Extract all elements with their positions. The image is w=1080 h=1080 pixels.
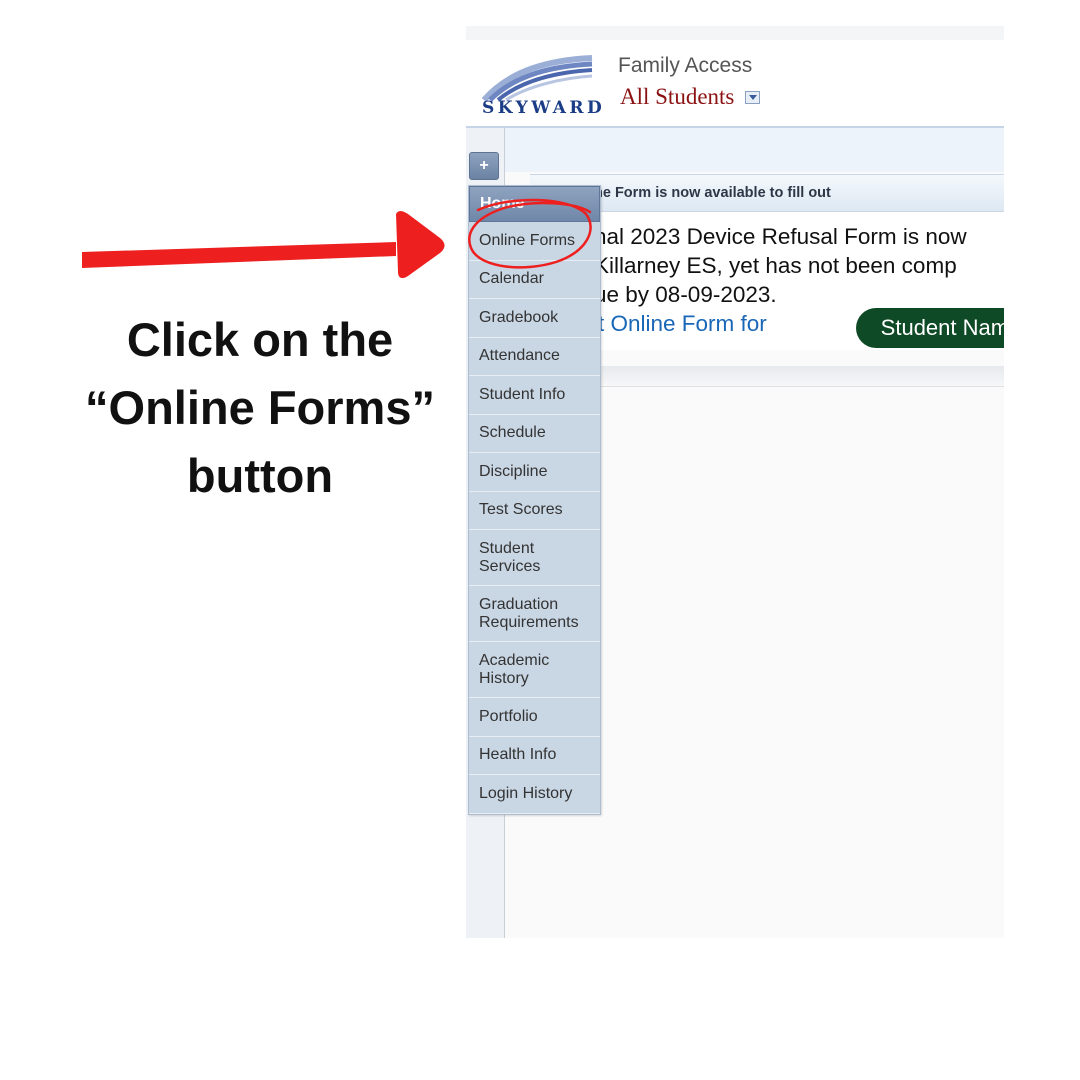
nav-item-login-history[interactable]: Login History xyxy=(469,775,600,814)
red-circle-icon xyxy=(468,198,592,269)
skyward-logo: SKYWARD xyxy=(480,52,604,124)
instruction-line-2: “Online Forms” xyxy=(85,381,435,434)
nav-item-student-services[interactable]: Student Services xyxy=(469,530,600,586)
instruction-text: Click on the “Online Forms” button xyxy=(60,306,460,510)
message-header-text: ne Form is now available to fill out xyxy=(594,185,831,201)
skyward-screenshot: SKYWARD Family Access All Students ne Fo… xyxy=(466,26,1004,938)
student-name-badge: Student Name xyxy=(856,308,1004,348)
nav-item-discipline[interactable]: Discipline xyxy=(469,453,600,492)
nav-item-test-scores[interactable]: Test Scores xyxy=(469,491,600,530)
nav-item-academic-history[interactable]: Academic History xyxy=(469,642,600,698)
add-button[interactable]: + xyxy=(469,152,499,180)
logo-swoosh-icon xyxy=(481,55,593,102)
student-selector[interactable]: All Students xyxy=(620,84,760,114)
nav-item-health-info[interactable]: Health Info xyxy=(469,736,600,775)
message-body: nal 2023 Device Refusal Form is now Kill… xyxy=(594,222,967,309)
red-arrow-icon xyxy=(82,211,445,278)
instruction-line-3: button xyxy=(186,449,334,502)
sub-bar xyxy=(466,128,1004,172)
instruction-line-1: Click on the xyxy=(126,313,394,366)
nav-item-portfolio[interactable]: Portfolio xyxy=(469,698,600,737)
app-title: Family Access xyxy=(618,54,753,77)
online-form-link[interactable]: t Online Form for xyxy=(598,311,767,337)
message-line-3: ue by 08-09-2023. xyxy=(594,282,777,307)
app-header: SKYWARD Family Access All Students xyxy=(466,40,1004,126)
nav-item-graduation-requirements[interactable]: Graduation Requirements xyxy=(469,586,600,642)
dropdown-arrow-icon[interactable] xyxy=(744,90,760,104)
nav-item-student-info[interactable]: Student Info xyxy=(469,376,600,415)
nav-item-attendance[interactable]: Attendance xyxy=(469,337,600,376)
student-selector-label[interactable]: All Students xyxy=(620,84,734,109)
message-line-2: Killarney ES, yet has not been comp xyxy=(594,253,957,278)
logo-text: SKYWARD xyxy=(482,98,606,118)
nav-item-gradebook[interactable]: Gradebook xyxy=(469,299,600,338)
nav-item-schedule[interactable]: Schedule xyxy=(469,414,600,453)
message-line-1: nal 2023 Device Refusal Form is now xyxy=(594,224,967,249)
top-strip xyxy=(466,26,1004,40)
